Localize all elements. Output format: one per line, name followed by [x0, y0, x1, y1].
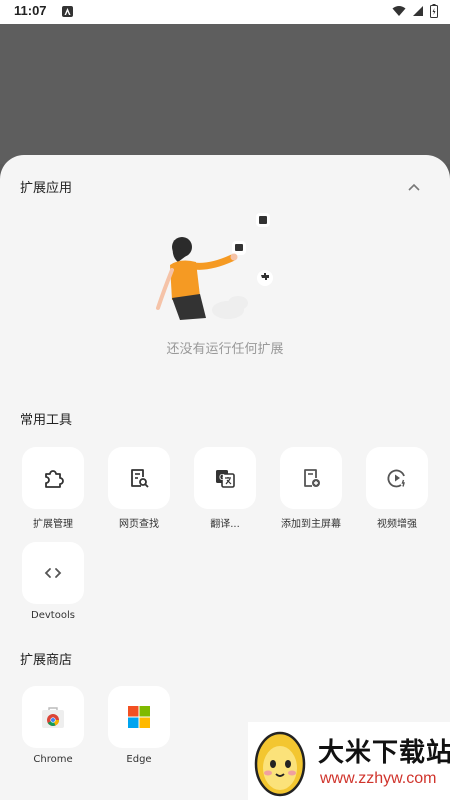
tool-tile[interactable] [366, 447, 428, 509]
notification-icon [62, 6, 73, 17]
battery-icon [430, 4, 438, 18]
tool-devtools[interactable]: Devtools [22, 542, 84, 621]
watermark-egg-logo [254, 731, 306, 797]
svg-text:G: G [219, 473, 225, 482]
tool-label: 扩展管理 [33, 519, 73, 530]
tool-page-search[interactable]: 网页查找 [108, 447, 170, 530]
tool-label: Edge [126, 754, 152, 765]
tool-tile[interactable]: G [194, 447, 256, 509]
puzzle-icon [45, 470, 64, 488]
watermark-url: www.zzhyw.com [320, 770, 437, 787]
empty-state-text: 还没有运行任何扩展 [166, 342, 284, 357]
windows-logo-icon [128, 706, 150, 728]
watermark-title: 大米下载站 [318, 738, 450, 768]
store-chrome[interactable]: Chrome [22, 686, 84, 765]
signal-icon [413, 6, 423, 16]
store-edge[interactable]: Edge [108, 686, 170, 765]
tool-tile[interactable] [108, 686, 170, 748]
add-to-home-icon [304, 469, 320, 487]
tool-label: 翻译... [210, 519, 240, 530]
extensions-section-title: 扩展应用 [20, 181, 73, 196]
translate-icon: G [216, 470, 235, 488]
tool-extension-manager[interactable]: 扩展管理 [22, 447, 84, 530]
tool-tile[interactable] [280, 447, 342, 509]
tool-label: 添加到主屏幕 [281, 519, 341, 530]
tool-add-to-home[interactable]: 添加到主屏幕 [280, 447, 342, 530]
dimmed-background[interactable] [0, 24, 450, 164]
watermark: 大米下载站 www.zzhyw.com [248, 722, 450, 800]
video-enhance-icon [387, 469, 405, 488]
tool-label: Devtools [31, 610, 75, 621]
empty-state-illustration [156, 213, 273, 320]
chevron-up-icon[interactable] [408, 183, 420, 191]
tool-video-enhance[interactable]: 视频增强 [366, 447, 428, 530]
code-icon [44, 568, 62, 578]
tool-label: Chrome [33, 754, 73, 765]
status-time: 11:07 [14, 3, 47, 18]
tool-translate[interactable]: G 翻译... [194, 447, 256, 530]
tool-tile[interactable] [22, 686, 84, 748]
status-bar: 11:07 [0, 0, 450, 24]
tool-tile[interactable] [22, 542, 84, 604]
chrome-store-icon [42, 707, 64, 728]
store-section-title: 扩展商店 [20, 653, 73, 668]
tool-label: 网页查找 [119, 519, 159, 530]
tool-label: 视频增强 [377, 519, 417, 530]
tool-tile[interactable] [108, 447, 170, 509]
tool-tile[interactable] [22, 447, 84, 509]
status-icons [392, 4, 438, 18]
page-search-icon [131, 469, 149, 488]
bottom-sheet: 扩展应用 还没有运行任何扩展 常用工具 扩展管理 网页查找 G 翻译... 添加… [0, 155, 450, 800]
wifi-icon [392, 6, 406, 16]
tools-section-title: 常用工具 [20, 413, 73, 428]
